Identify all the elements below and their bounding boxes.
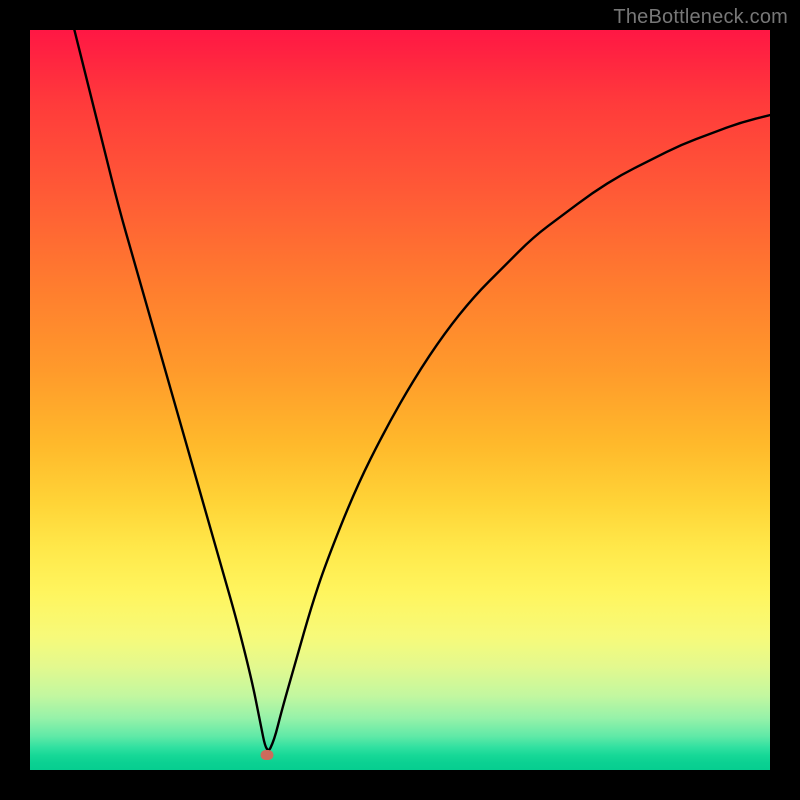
plot-area <box>30 30 770 770</box>
curve-svg <box>30 30 770 770</box>
optimal-point-marker <box>260 750 273 760</box>
watermark-text: TheBottleneck.com <box>613 6 788 29</box>
bottleneck-curve <box>74 30 770 750</box>
chart-container: TheBottleneck.com <box>0 0 800 800</box>
